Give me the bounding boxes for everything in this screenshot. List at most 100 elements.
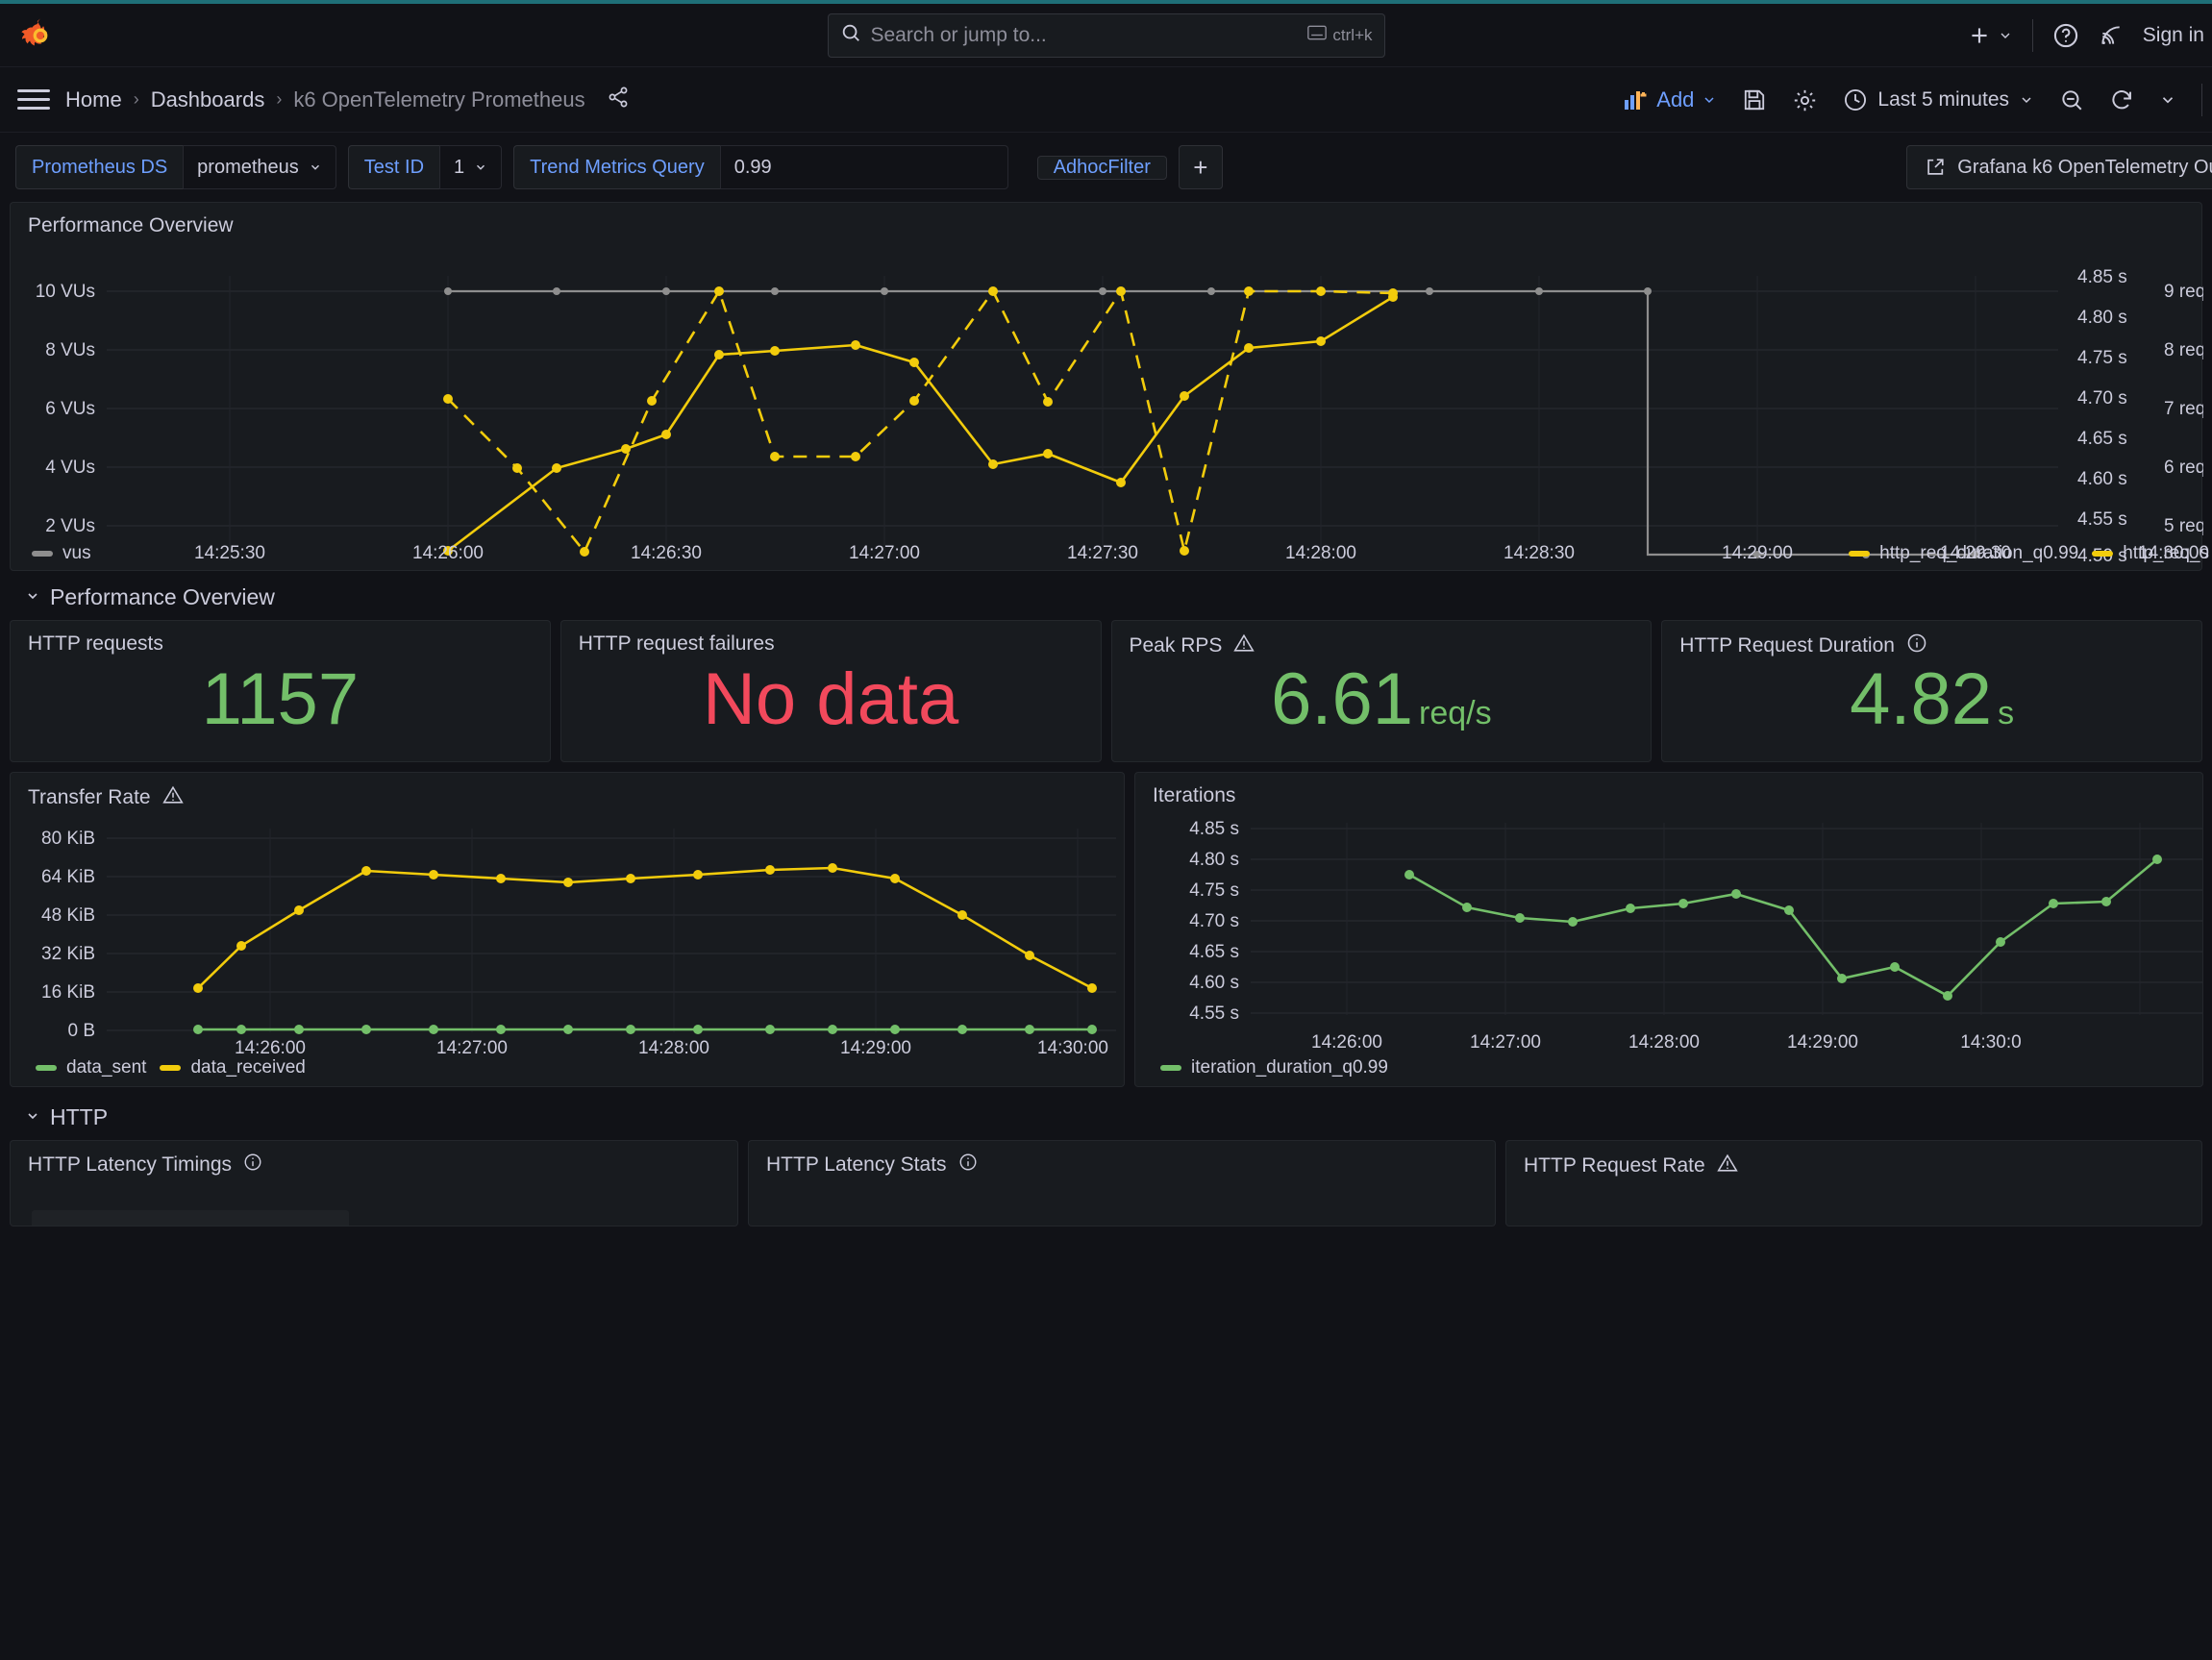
stat-unit: s	[1998, 695, 2014, 732]
legend-item[interactable]: http_req_duration_q0.99	[1849, 543, 2078, 564]
variable-value: prometheus	[197, 157, 299, 179]
legend-item[interactable]: http_req_s	[2092, 543, 2209, 564]
add-panel-button[interactable]: Add	[1624, 87, 1717, 112]
refresh-dashboard-icon[interactable]	[2109, 87, 2134, 112]
variable-label: Trend Metrics Query	[513, 145, 720, 189]
warning-icon[interactable]	[1717, 1152, 1738, 1179]
variable-value-dropdown[interactable]: 1	[439, 145, 502, 189]
svg-text:4.80 s: 4.80 s	[1189, 850, 1239, 870]
svg-text:6 VUs: 6 VUs	[45, 399, 95, 419]
legend-item[interactable]: iteration_duration_q0.99	[1160, 1057, 1388, 1078]
variable-label: Test ID	[348, 145, 439, 189]
svg-text:14:28:00: 14:28:00	[1628, 1032, 1700, 1050]
panel-title-text: Peak RPS	[1130, 634, 1223, 657]
sign-in-link[interactable]: Sign in	[2143, 24, 2204, 47]
zoom-out-time-range-icon[interactable]	[2059, 87, 2084, 112]
create-new-button[interactable]	[1967, 23, 2013, 48]
svg-text:48 KiB: 48 KiB	[41, 905, 95, 926]
svg-text:9 req: 9 req	[2164, 282, 2203, 302]
panel-title-text: HTTP Latency Stats	[766, 1153, 947, 1177]
variable-text-input[interactable]: 0.99	[720, 145, 1008, 189]
share-icon[interactable]	[607, 86, 630, 114]
legend-iterations: iteration_duration_q0.99	[1160, 1057, 1388, 1078]
breadcrumb-separator: ›	[134, 89, 139, 110]
svg-text:4.85 s: 4.85 s	[2077, 267, 2127, 287]
external-link-label: Grafana k6 OpenTelemetry Output	[1957, 157, 2212, 179]
legend-item[interactable]: data_sent	[36, 1057, 146, 1078]
row-header-http[interactable]: HTTP	[0, 1087, 2212, 1140]
breadcrumb-item-home[interactable]: Home	[65, 87, 122, 112]
variable-trend-metrics-query: Trend Metrics Query 0.99	[513, 145, 1008, 189]
panel-http-latency-timings: HTTP Latency Timings	[10, 1140, 738, 1226]
divider	[2032, 19, 2033, 52]
timeseries-svg: 10 VUs 8 VUs 6 VUs 4 VUs 2 VUs 4.85 s 4.…	[11, 237, 2203, 564]
global-search-box[interactable]: Search or jump to... ctrl+k	[828, 13, 1385, 58]
series-http-req-rate	[448, 291, 1393, 552]
svg-text:14:27:00: 14:27:00	[1470, 1032, 1541, 1050]
svg-text:32 KiB: 32 KiB	[41, 944, 95, 964]
refresh-interval-chevron-icon[interactable]	[2159, 91, 2176, 109]
add-adhoc-filter-button[interactable]: +	[1179, 145, 1223, 189]
chevron-down-icon	[25, 1108, 40, 1127]
performance-overview-chart[interactable]: 10 VUs 8 VUs 6 VUs 4 VUs 2 VUs 4.85 s 4.…	[11, 237, 2201, 569]
variable-test-id: Test ID 1	[348, 145, 502, 189]
timeseries-panel-row: Transfer Rate	[10, 772, 2202, 1087]
panel-content-placeholder	[32, 1210, 349, 1226]
panel-http-latency-stats: HTTP Latency Stats	[748, 1140, 1496, 1226]
transfer-rate-chart[interactable]: 80 KiB 64 KiB 48 KiB 32 KiB 16 KiB 0 B	[11, 811, 1124, 1053]
panel-title: HTTP Latency Stats	[749, 1141, 1495, 1177]
iterations-chart[interactable]: 4.85 s 4.80 s 4.75 s 4.70 s 4.65 s 4.60 …	[1135, 807, 2202, 1050]
series-vus	[448, 291, 1976, 555]
legend-item[interactable]: vus	[32, 543, 91, 564]
chevron-down-icon	[2019, 92, 2034, 108]
legend-swatch	[36, 1065, 57, 1071]
top-nav-actions: Sign in	[1967, 4, 2212, 67]
chevron-down-icon	[474, 161, 487, 174]
svg-text:2 VUs: 2 VUs	[45, 516, 95, 536]
row-header-performance-overview[interactable]: Performance Overview	[0, 571, 2212, 620]
variable-value-dropdown[interactable]: prometheus	[183, 145, 336, 189]
stat-display: 6.61 req/s	[1112, 663, 1652, 736]
grafana-logo-icon[interactable]	[19, 14, 62, 57]
svg-text:4.75 s: 4.75 s	[1189, 880, 1239, 901]
legend-label: vus	[62, 543, 91, 564]
svg-text:0 B: 0 B	[67, 1021, 95, 1041]
news-feed-icon[interactable]	[2099, 23, 2124, 48]
menu-toggle-icon[interactable]	[17, 89, 50, 110]
time-range-picker[interactable]: Last 5 minutes	[1843, 87, 2034, 112]
stat-value: 6.61	[1271, 663, 1413, 736]
legend-performance-overview-right: http_req_duration_q0.99 http_req_s	[1849, 543, 2209, 564]
divider	[2201, 84, 2202, 116]
svg-text:4 VUs: 4 VUs	[45, 458, 95, 478]
svg-text:4.65 s: 4.65 s	[1189, 942, 1239, 962]
variable-value: 0.99	[734, 157, 772, 179]
svg-text:80 KiB: 80 KiB	[41, 829, 95, 849]
svg-text:14:27:00: 14:27:00	[436, 1038, 508, 1053]
legend-label: data_received	[190, 1057, 305, 1078]
warning-icon[interactable]	[1233, 632, 1255, 659]
panel-http-request-duration: HTTP Request Duration 4.82 s	[1661, 620, 2202, 762]
breadcrumb-item-dashboards[interactable]: Dashboards	[151, 87, 265, 112]
svg-text:7 req: 7 req	[2164, 399, 2203, 419]
external-dashboard-link[interactable]: Grafana k6 OpenTelemetry Output	[1906, 145, 2212, 189]
variable-label[interactable]: AdhocFilter	[1037, 156, 1167, 180]
legend-performance-overview-left: vus	[32, 543, 91, 564]
info-icon[interactable]	[958, 1152, 978, 1177]
save-dashboard-icon[interactable]	[1742, 87, 1767, 112]
variable-adhoc-filter: AdhocFilter	[1037, 156, 1167, 180]
svg-text:16 KiB: 16 KiB	[41, 982, 95, 1003]
info-icon[interactable]	[243, 1152, 262, 1177]
panel-http-request-failures: HTTP request failures No data	[560, 620, 1102, 762]
svg-text:8 req: 8 req	[2164, 340, 2203, 360]
panel-title-text: Transfer Rate	[28, 786, 151, 809]
svg-text:14:29:00: 14:29:00	[1787, 1032, 1858, 1050]
legend-item[interactable]: data_received	[160, 1057, 305, 1078]
info-icon[interactable]	[1906, 632, 1927, 659]
panel-title: Iterations	[1135, 773, 2202, 807]
dashboard-settings-icon[interactable]	[1792, 87, 1818, 113]
row-title: HTTP	[50, 1104, 108, 1130]
help-icon[interactable]	[2052, 22, 2079, 49]
warning-icon[interactable]	[162, 784, 184, 811]
svg-text:4.85 s: 4.85 s	[1189, 819, 1239, 839]
svg-text:4.70 s: 4.70 s	[1189, 911, 1239, 931]
